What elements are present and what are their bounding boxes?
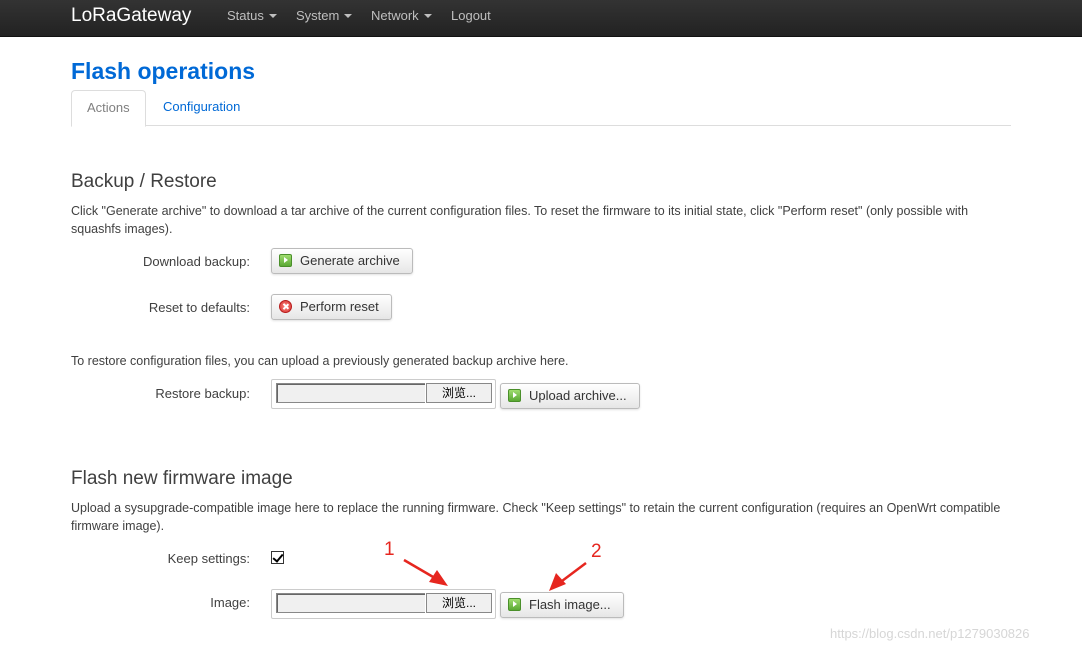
annotation-arrows bbox=[403, 558, 587, 591]
arrow-to-browse-icon bbox=[403, 558, 448, 586]
arrow-to-flash-icon bbox=[549, 562, 587, 591]
watermark: https://blog.csdn.net/p1279030826 bbox=[830, 626, 1030, 641]
